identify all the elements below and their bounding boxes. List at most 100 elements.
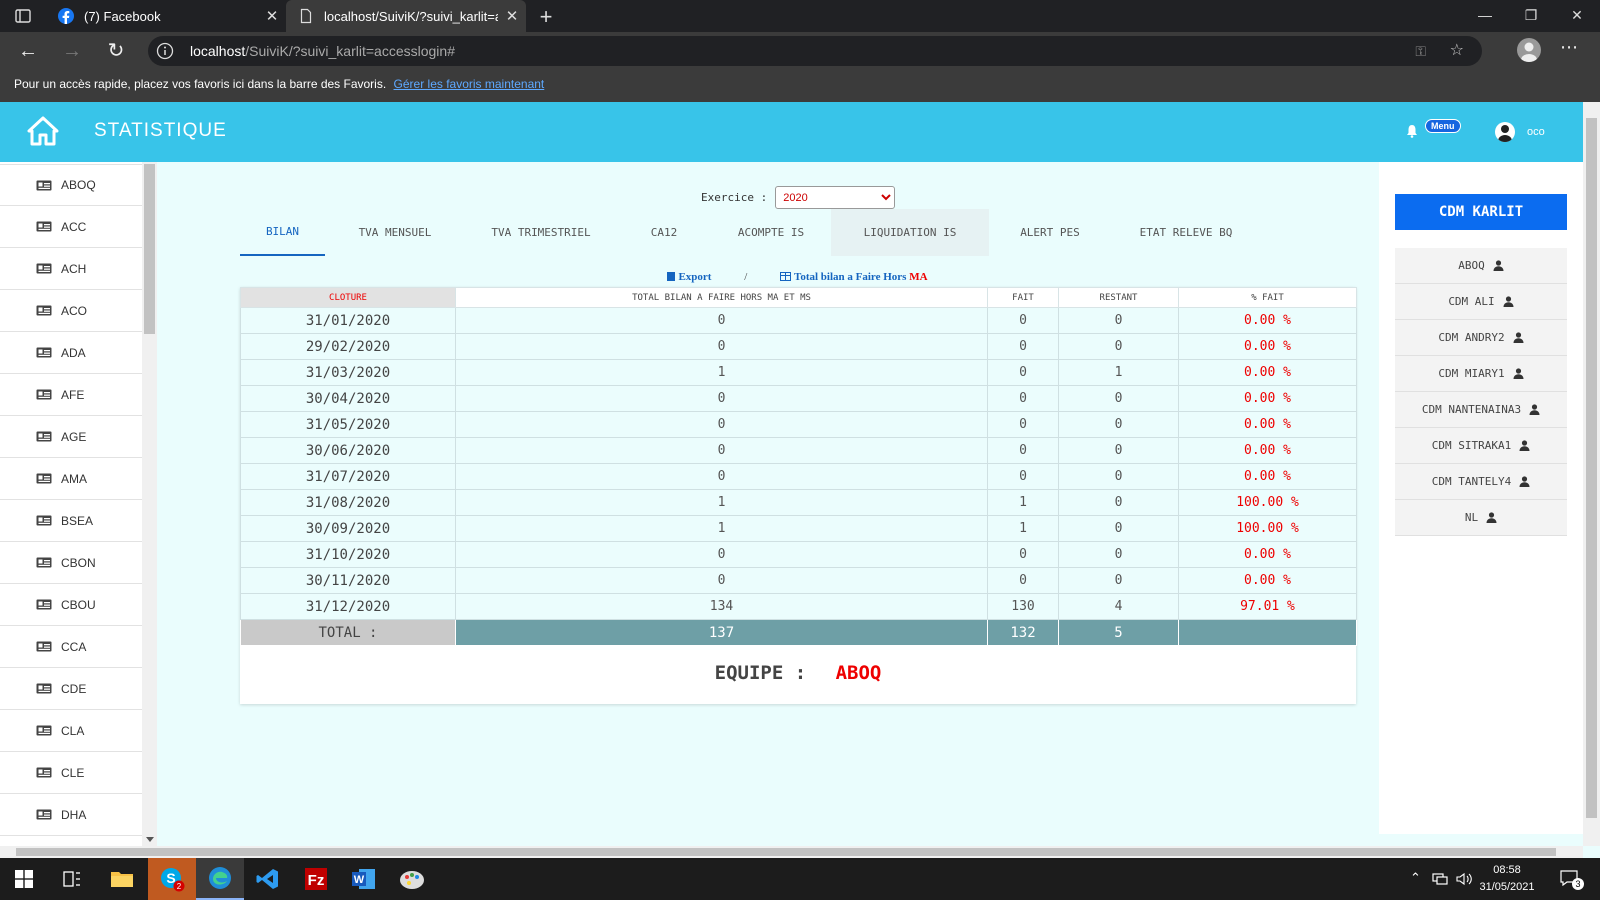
skype-button[interactable]: S 2	[148, 858, 196, 900]
member-item[interactable]: CDM SITRAKA1	[1395, 428, 1567, 464]
word-button[interactable]: W	[340, 858, 388, 900]
scroll-down-icon[interactable]	[146, 837, 154, 842]
user-name[interactable]: oco	[1527, 126, 1545, 138]
sidebar-item-aco[interactable]: ACO	[0, 290, 142, 332]
sidebar-scroll-thumb[interactable]	[144, 164, 155, 334]
member-item[interactable]: CDM TANTELY4	[1395, 464, 1567, 500]
show-hidden-icons[interactable]: ⌃	[1410, 870, 1421, 886]
info-icon[interactable]	[156, 42, 174, 60]
tab-ca12[interactable]: CA12	[617, 209, 711, 256]
close-tab-icon[interactable]: ✕	[498, 7, 526, 25]
sidebar-item-ach[interactable]: ACH	[0, 248, 142, 290]
key-icon[interactable]: ⚿	[1415, 43, 1426, 60]
exercice-select[interactable]: 2020	[775, 186, 896, 209]
sidebar-item-ada[interactable]: ADA	[0, 332, 142, 374]
sidebar-item-afe[interactable]: AFE	[0, 374, 142, 416]
restant-cell: 0	[1058, 333, 1179, 360]
network-icon[interactable]	[1432, 872, 1448, 886]
sidebar-item-cle[interactable]: CLE	[0, 752, 142, 794]
fait-cell: 130	[987, 593, 1059, 620]
minimize-icon[interactable]: —	[1462, 0, 1508, 32]
filezilla-button[interactable]: Fz	[292, 858, 340, 900]
restant-cell: 0	[1058, 385, 1179, 412]
user-avatar-icon[interactable]	[1495, 122, 1515, 142]
fait-cell: 1	[987, 489, 1059, 516]
refresh-icon[interactable]: ↻	[104, 39, 128, 63]
tab-alert-pes[interactable]: ALERT PES	[989, 209, 1111, 256]
sidebar-item-age[interactable]: AGE	[0, 416, 142, 458]
restant-cell: 4	[1058, 593, 1179, 620]
page-icon	[300, 8, 312, 24]
sidebar-item-bsea[interactable]: BSEA	[0, 500, 142, 542]
manage-favorites-link[interactable]: Gérer les favoris maintenant	[394, 77, 545, 91]
sidebar-item-aboq[interactable]: ABOQ	[0, 164, 142, 206]
system-clock[interactable]: 08:58 31/05/2021	[1474, 862, 1540, 896]
sidebar-item-acc[interactable]: ACC	[0, 206, 142, 248]
tab-tva-trimestriel[interactable]: TVA TRIMESTRIEL	[465, 209, 617, 256]
tab-facebook[interactable]: (7) Facebook ✕	[46, 0, 286, 32]
page-hscroll-thumb[interactable]	[16, 848, 1556, 856]
bell-icon[interactable]	[1406, 124, 1418, 138]
paint-button[interactable]	[388, 858, 436, 900]
tab-acompte-is[interactable]: ACOMPTE IS	[711, 209, 831, 256]
tab-actions-icon[interactable]	[14, 7, 32, 25]
sidebar-item-cbon[interactable]: CBON	[0, 542, 142, 584]
volume-icon[interactable]	[1456, 872, 1472, 886]
sidebar-item-cde[interactable]: CDE	[0, 668, 142, 710]
sidebar-item-cca[interactable]: CCA	[0, 626, 142, 668]
back-icon[interactable]: ←	[16, 39, 40, 63]
svg-text:W: W	[354, 874, 365, 886]
pct-fait-cell: 0.00 %	[1178, 307, 1357, 334]
cloture-date: 30/04/2020	[240, 385, 456, 412]
task-view-button[interactable]	[48, 858, 96, 900]
home-icon[interactable]	[27, 116, 59, 146]
tab-localhost[interactable]: localhost/SuiviK/?suivi_karlit=acc ✕	[286, 0, 526, 32]
page-scroll-thumb[interactable]	[1586, 118, 1597, 818]
page-vertical-scrollbar[interactable]	[1583, 102, 1600, 846]
member-item[interactable]: ABOQ	[1395, 248, 1567, 284]
tab-tva-mensuel[interactable]: TVA MENSUEL	[325, 209, 465, 256]
page-horizontal-scrollbar[interactable]	[0, 846, 1583, 858]
window-close-icon[interactable]: ✕	[1554, 0, 1600, 32]
sidebar-item-dha[interactable]: DHA	[0, 794, 142, 836]
restore-icon[interactable]: ❐	[1508, 0, 1554, 32]
file-explorer-button[interactable]	[98, 858, 146, 900]
user-icon	[1529, 404, 1540, 415]
new-tab-icon[interactable]: +	[534, 4, 558, 30]
sidebar-item-cla[interactable]: CLA	[0, 710, 142, 752]
export-link[interactable]: Export	[667, 271, 714, 283]
sidebar-item-label: CLE	[61, 765, 85, 780]
tab-bilan[interactable]: BILAN	[240, 209, 325, 256]
menu-badge[interactable]: Menu	[1425, 119, 1461, 133]
forward-icon[interactable]: →	[60, 39, 84, 63]
sidebar-scrollbar[interactable]	[142, 162, 157, 846]
restant-cell: 0	[1058, 307, 1179, 334]
member-item[interactable]: CDM MIARY1	[1395, 356, 1567, 392]
total-bilan-link[interactable]: Total bilan a Faire Hors MA	[780, 271, 928, 283]
more-icon[interactable]: ⋯	[1560, 37, 1578, 58]
url-field[interactable]: localhost/SuiviK/?suivi_karlit=accesslog…	[148, 36, 1482, 66]
fait-cell: 0	[987, 541, 1059, 568]
tab-etat-releve-bq[interactable]: ETAT RELEVE BQ	[1111, 209, 1261, 256]
sidebar-item-ama[interactable]: AMA	[0, 458, 142, 500]
favorites-bar: Pour un accès rapide, placez vos favoris…	[0, 70, 1600, 102]
add-favorite-icon[interactable]: ☆	[1450, 40, 1464, 60]
sidebar-item-cbou[interactable]: CBOU	[0, 584, 142, 626]
tab-liquidation-is[interactable]: LIQUIDATION IS	[831, 209, 989, 256]
total-bilan-cell: 0	[455, 307, 988, 334]
start-button[interactable]	[0, 858, 48, 900]
team-sidebar: ABOQ ACC ACH ACO ADA AFE AGE AMA BSEA CBON CBOU CCA…	[0, 162, 142, 846]
member-item[interactable]: CDM NANTENAINA3	[1395, 392, 1567, 428]
edge-button[interactable]	[196, 858, 244, 900]
vscode-button[interactable]	[244, 858, 292, 900]
notifications-button[interactable]: 3	[1560, 870, 1584, 890]
close-tab-icon[interactable]: ✕	[258, 7, 286, 25]
fait-cell: 0	[987, 411, 1059, 438]
cdm-karlit-button[interactable]: CDM KARLIT	[1395, 194, 1567, 230]
cloture-date: 31/05/2020	[240, 411, 456, 438]
facebook-icon	[58, 8, 74, 24]
member-item[interactable]: NL	[1395, 500, 1567, 536]
profile-avatar[interactable]	[1517, 38, 1541, 62]
member-item[interactable]: CDM ANDRY2	[1395, 320, 1567, 356]
member-item[interactable]: CDM ALI	[1395, 284, 1567, 320]
